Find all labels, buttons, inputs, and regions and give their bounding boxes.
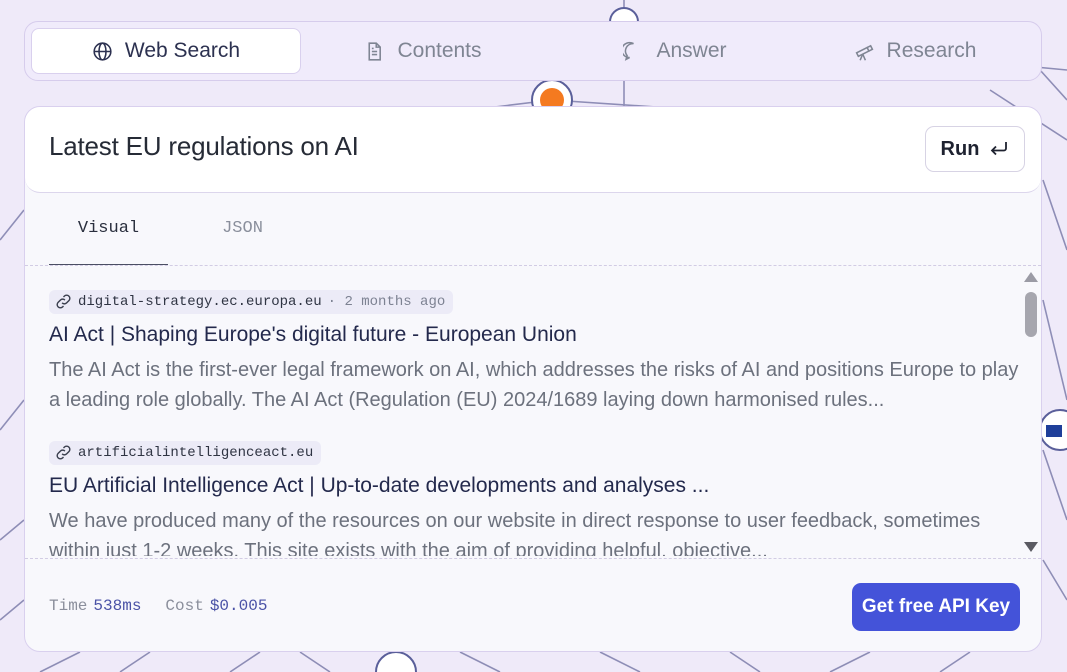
metrics: Time 538ms Cost $0.005 [49,597,267,615]
mode-tab-bar: Web Search Contents Answer Research [24,21,1042,81]
run-button[interactable]: Run [925,126,1025,172]
scroll-up-arrow-icon[interactable] [1024,272,1038,282]
get-api-key-button[interactable]: Get free API Key [852,583,1020,631]
source-chip[interactable]: digital-strategy.ec.europa.eu · 2 months… [49,290,454,314]
tab-label: Web Search [124,39,241,62]
link-icon [56,294,71,309]
telescope-icon [855,44,873,61]
document-icon [368,41,382,61]
tab-answer[interactable]: Answer [565,28,785,74]
source-chip[interactable]: artificialintelligenceact.eu [49,441,322,465]
chat-bubble-icon [623,41,635,61]
source-domain: digital-strategy.ec.europa.eu [78,293,322,310]
tab-label: Answer [656,39,727,62]
tab-label: Research [886,39,977,62]
source-date: · 2 months ago [327,293,446,310]
results-list: digital-strategy.ec.europa.eu · 2 months… [49,290,1019,556]
search-query-input[interactable]: Latest EU regulations on AI [49,131,359,162]
cost-label: Cost [165,597,204,615]
search-card: Latest EU regulations on AI Run Visual J… [24,106,1042,652]
result-snippet: We have produced many of the resources o… [49,510,981,556]
tab-json[interactable]: JSON [183,207,302,265]
result-item: artificialintelligenceact.eu EU Artifici… [49,441,1019,556]
tab-label: Contents [397,39,482,62]
tab-research[interactable]: Research [805,28,1025,74]
tab-contents[interactable]: Contents [313,28,533,74]
source-domain: artificialintelligenceact.eu [78,444,314,461]
scrollbar-thumb[interactable] [1025,292,1037,337]
card-footer: Time 538ms Cost $0.005 Get free API Key [25,558,1041,651]
result-snippet: The AI Act is the first-ever legal frame… [49,359,1019,411]
view-tab-bar: Visual JSON [49,207,1007,265]
globe-icon [93,41,112,61]
tab-visual[interactable]: Visual [49,207,168,265]
result-title-link[interactable]: AI Act | Shaping Europe's digital future… [49,323,1019,347]
time-value: 538ms [93,597,142,615]
cost-value: $0.005 [209,597,268,615]
tab-web-search[interactable]: Web Search [31,28,301,74]
link-icon [56,445,71,460]
time-label: Time [49,597,88,615]
run-button-label: Run [940,137,980,160]
results-scrollbar[interactable] [1021,270,1041,556]
result-item: digital-strategy.ec.europa.eu · 2 months… [49,290,1019,415]
scroll-down-arrow-icon[interactable] [1024,542,1038,552]
result-title-link[interactable]: EU Artificial Intelligence Act | Up-to-d… [49,474,1019,498]
query-box: Latest EU regulations on AI Run [25,107,1041,193]
divider [25,265,1041,266]
enter-return-icon [991,142,1008,156]
